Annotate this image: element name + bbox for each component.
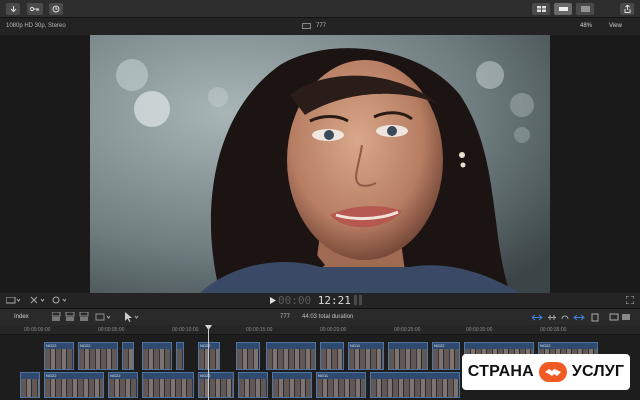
ruler-tick: 00:00:15:00 [246, 327, 273, 333]
inspector-toggle-icon [580, 6, 590, 12]
timeline-clip[interactable] [266, 342, 316, 370]
timeline-clip[interactable] [272, 372, 312, 398]
video-frame[interactable] [90, 35, 550, 293]
timeline-clip[interactable]: NG11 [316, 372, 366, 398]
timeline-clip[interactable] [238, 372, 268, 398]
play-icon[interactable] [270, 297, 276, 304]
portrait-image [90, 35, 550, 293]
format-label: 1080p HD 30p, Stereo [6, 23, 66, 29]
ruler-tick: 00:00:00:00 [24, 327, 51, 333]
import-icon [10, 5, 16, 12]
ruler-tick: 00:00:05:00 [98, 327, 125, 333]
timeline-toggle-button[interactable] [554, 3, 572, 15]
timeline-clip[interactable] [320, 342, 344, 370]
timecode-display[interactable]: 00:00 12:21 [278, 294, 351, 307]
playhead[interactable] [208, 325, 209, 400]
timecode-dim: 00:00 [278, 294, 312, 307]
view-menu[interactable]: View [609, 23, 622, 29]
speed-icon[interactable] [52, 296, 68, 304]
ruler-tick: 00:00:20:00 [320, 327, 347, 333]
timeline-clip[interactable]: NG22 [432, 342, 460, 370]
viewer-project-name: 777 [316, 23, 327, 29]
watermark-badge: СТРАНА УСЛУГ [462, 354, 630, 390]
edit-buttons-icon[interactable] [52, 312, 112, 322]
timeline-clip[interactable] [142, 342, 172, 370]
timeline-clip[interactable] [20, 372, 40, 398]
keywords-icon [30, 6, 39, 12]
select-tool-icon[interactable] [124, 312, 140, 322]
timeline-clip[interactable] [388, 342, 428, 370]
timeline-clip[interactable]: NG22 [198, 342, 220, 370]
watermark-left-text: СТРАНА [467, 363, 534, 380]
timeline-project-name: 777 [280, 314, 291, 320]
browser-toggle-button[interactable] [532, 3, 550, 15]
timeline-clip[interactable]: NG22 [198, 372, 234, 398]
viewer-header: 1080p HD 30p, Stereo 777 48% View [0, 18, 640, 35]
top-toolbar [0, 0, 640, 18]
timeline-clip[interactable] [370, 372, 460, 398]
timeline-header: Index 777 44:03 total duration [0, 308, 640, 325]
inspector-toggle-button[interactable] [576, 3, 594, 15]
zoom-menu[interactable]: 48% [580, 23, 592, 29]
transform-tools-icon[interactable] [30, 296, 46, 304]
timeline-clip[interactable]: NG11 [348, 342, 384, 370]
background-tasks-button[interactable] [49, 3, 63, 15]
import-button[interactable] [6, 3, 20, 15]
ruler-tick: 00:00:30:00 [466, 327, 493, 333]
timeline-clip[interactable]: NG22 [44, 342, 74, 370]
fullscreen-icon[interactable] [626, 296, 634, 304]
timeline-clip[interactable] [176, 342, 184, 370]
viewer-transport: 00:00 12:21 [0, 293, 640, 308]
share-button[interactable] [620, 3, 634, 15]
ruler-tick: 00:00:10:00 [172, 327, 199, 333]
audio-meter-icon [354, 295, 362, 305]
timeline-duration: 44:03 total duration [302, 314, 354, 320]
filmstrip-icon [302, 23, 311, 29]
keywords-button[interactable] [27, 3, 43, 15]
timeline-clip[interactable]: NG22 [44, 372, 104, 398]
timeline-clip[interactable] [142, 372, 194, 398]
handshake-icon [538, 362, 567, 382]
timeline-clip[interactable] [122, 342, 134, 370]
watermark-right-text: УСЛУГ [571, 363, 625, 380]
viewer [0, 35, 640, 293]
ruler-tick: 00:00:25:00 [394, 327, 421, 333]
timeline-toggle-icon [558, 7, 568, 11]
index-button[interactable]: Index [14, 314, 29, 320]
ruler-tick: 00:00:35:00 [540, 327, 567, 333]
background-tasks-icon [52, 5, 60, 13]
viewer-options-icon[interactable] [6, 297, 20, 304]
timeline-clip[interactable]: NG22 [108, 372, 138, 398]
timecode-value: 12:21 [317, 294, 351, 307]
share-icon [624, 5, 630, 13]
timeline-controls-icon[interactable] [532, 313, 632, 322]
fcp-window: 1080p HD 30p, Stereo 777 48% View 00:00 … [0, 0, 640, 400]
timeline-clip[interactable] [236, 342, 260, 370]
timeline-clip[interactable]: NG22 [78, 342, 118, 370]
timeline-ruler[interactable]: 00:00:00:00 00:00:05:00 00:00:10:00 00:0… [0, 325, 640, 335]
browser-toggle-icon [536, 6, 546, 12]
